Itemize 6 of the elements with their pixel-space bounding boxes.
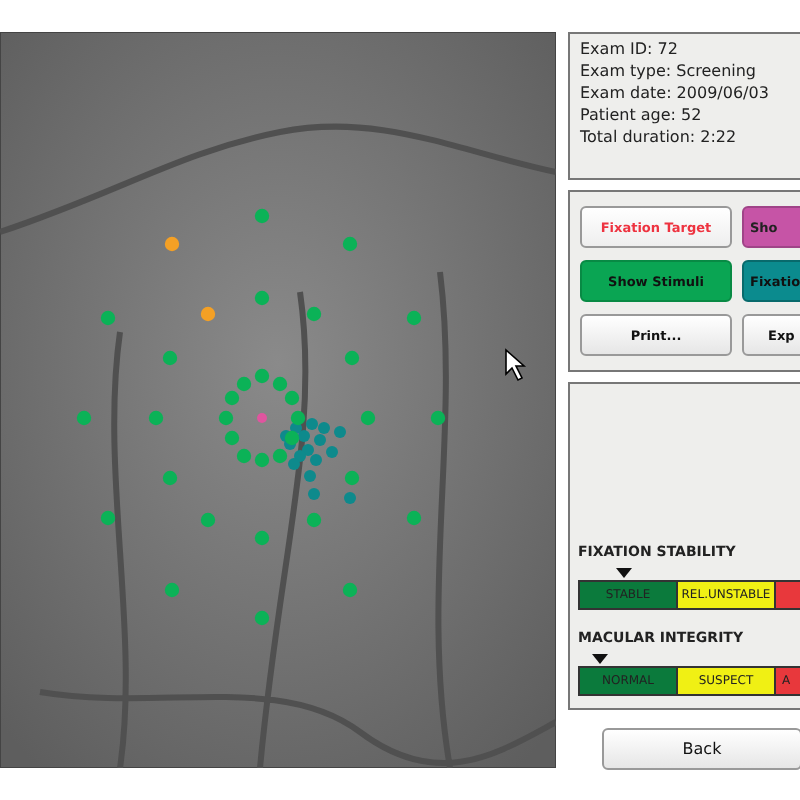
back-button[interactable]: Back	[602, 728, 800, 770]
exam-info-line: Exam type: Screening	[580, 60, 759, 82]
exam-info-line: Patient age: 52	[580, 104, 704, 126]
exam-info-line: Exam date: 2009/06/03	[580, 82, 771, 104]
exam-info-line: Exam ID: 72	[580, 38, 680, 60]
exam-info-line: Total duration: 2:22	[580, 126, 739, 148]
